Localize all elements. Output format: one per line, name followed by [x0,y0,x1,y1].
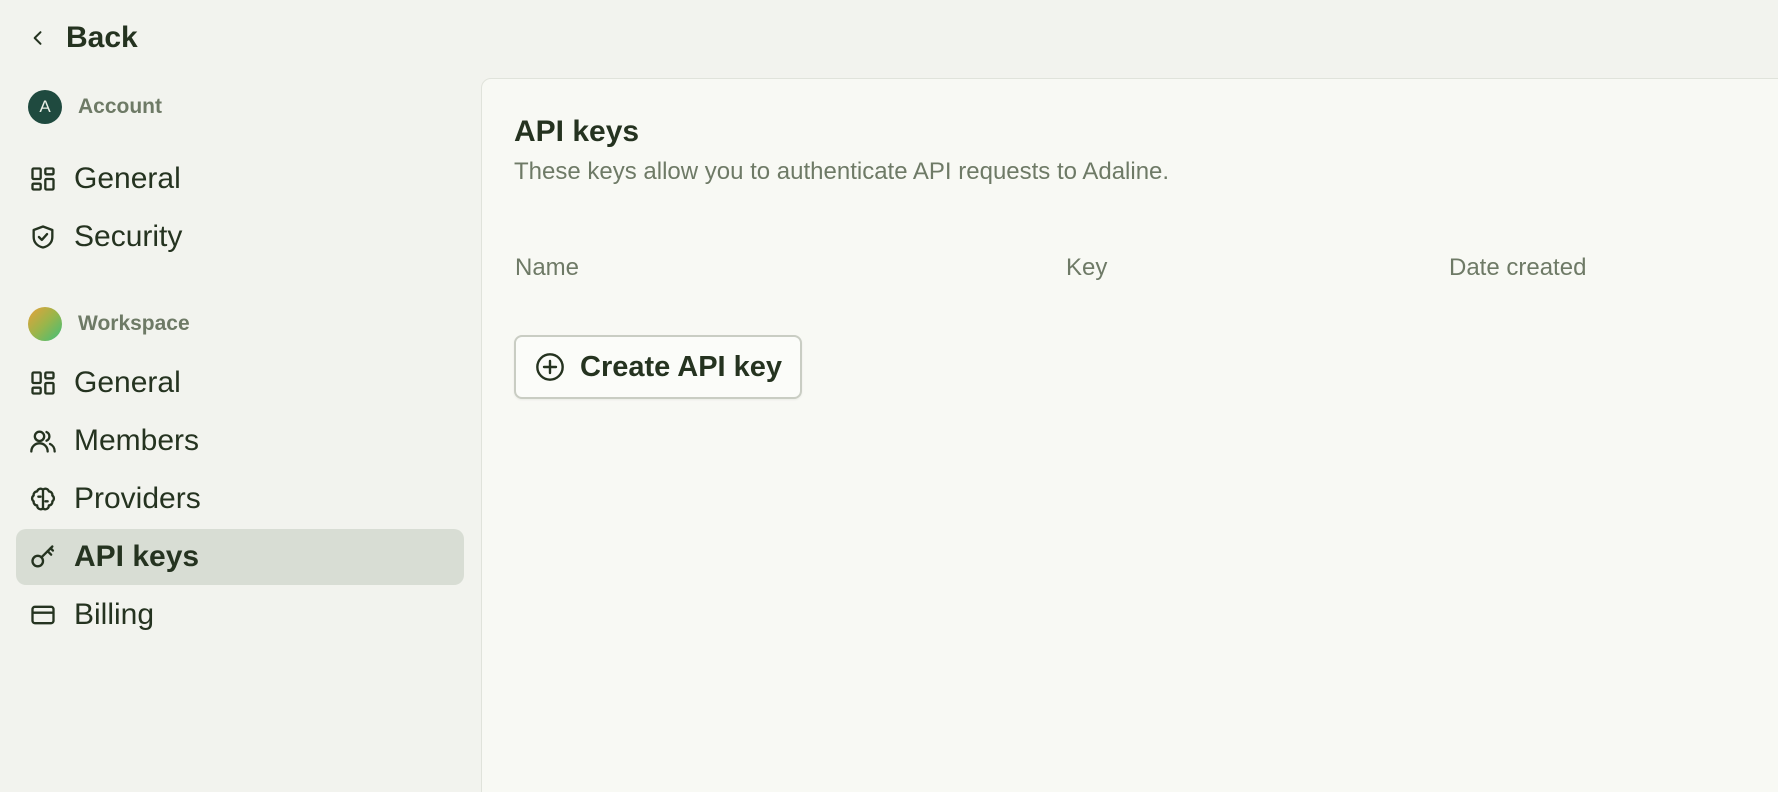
plus-circle-icon [536,353,564,381]
sidebar-item-label: General [74,366,181,399]
settings-app: Back A Account General Security Workspac… [0,0,1778,792]
sidebar-item-account-general[interactable]: General [16,151,464,207]
sidebar-item-members[interactable]: Members [16,413,464,469]
workspace-section-title: Workspace [78,312,190,335]
column-header-name: Name [515,254,580,281]
sidebar-item-label: API keys [74,540,200,573]
workspace-avatar [28,307,62,341]
page-subtitle: These keys allow you to authenticate API… [514,158,1170,185]
back-label: Back [66,21,138,54]
sidebar-item-label: Providers [74,482,201,515]
workspace-section-header: Workspace [28,307,190,341]
sidebar: Back A Account General Security Workspac… [0,0,482,792]
brain-icon [28,484,58,514]
account-section-title: Account [78,95,162,118]
account-avatar: A [28,90,62,124]
sidebar-item-billing[interactable]: Billing [16,587,464,643]
key-icon [28,542,58,572]
credit-card-icon [28,600,58,630]
page-title: API keys [514,115,640,148]
users-icon [28,426,58,456]
api-keys-panel: API keys These keys allow you to authent… [481,78,1778,792]
sidebar-item-label: General [74,162,181,195]
dashboard-icon [28,164,58,194]
column-header-date-created: Date created [1449,254,1587,281]
shield-check-icon [28,222,58,252]
sidebar-item-label: Members [74,424,200,457]
back-button[interactable]: Back [28,18,138,58]
column-header-key: Key [1066,254,1108,281]
chevron-left-icon [33,31,42,45]
sidebar-item-security[interactable]: Security [16,209,464,265]
dashboard-icon [28,368,58,398]
sidebar-item-providers[interactable]: Providers [16,471,464,527]
create-api-key-button[interactable]: Create API key [514,335,802,399]
sidebar-item-label: Security [74,220,183,253]
sidebar-item-api-keys[interactable]: API keys [16,529,464,585]
sidebar-item-workspace-general[interactable]: General [16,355,464,411]
account-section-header: A Account [28,90,162,124]
sidebar-item-label: Billing [74,598,155,631]
create-api-key-label: Create API key [580,350,783,383]
